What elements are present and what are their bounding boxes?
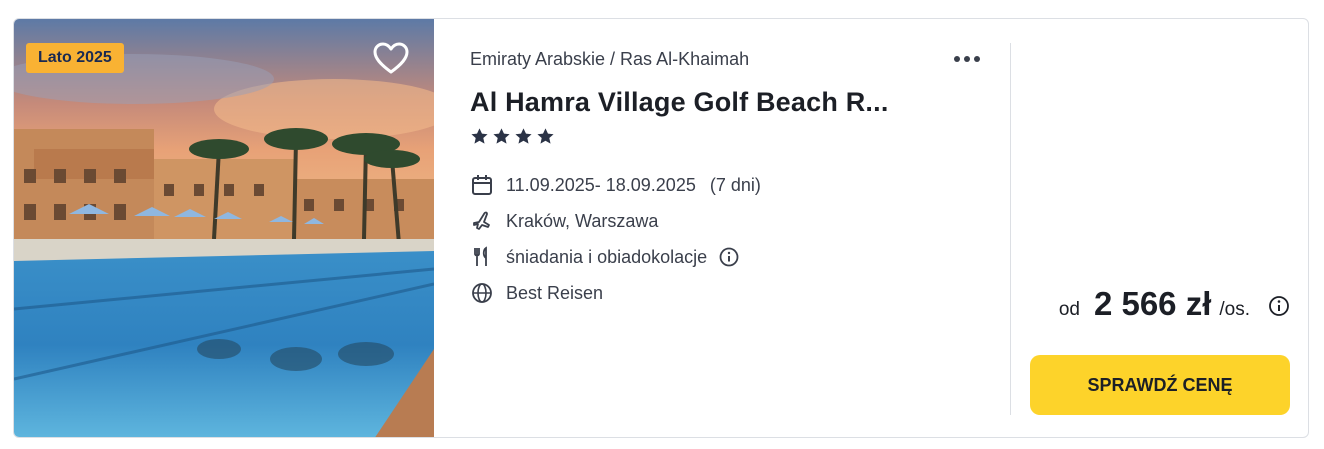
hotel-name[interactable]: Al Hamra Village Golf Beach R... [470,87,889,118]
price-prefix: od [1058,299,1080,320]
board-row: śniadania i obiadokolacje [470,245,739,269]
board-type: śniadania i obiadokolacje [506,246,708,267]
star-icon [537,128,554,144]
board-info-icon[interactable] [719,247,739,267]
price-per-person: /os. [1219,299,1250,320]
departure-row: Kraków, Warszawa [470,209,658,233]
tour-operator: Best Reisen [506,282,604,303]
star-icon [493,128,510,144]
star-icon [471,128,488,144]
dates-row: 11.09.2025- 18.09.2025 (7 dni) [470,173,761,197]
more-options-icon[interactable] [952,49,992,69]
hotel-rating [470,127,555,146]
star-icon [515,128,532,144]
destination-location: Emiraty Arabskie / Ras Al-Khaimah [470,49,750,69]
calendar-icon [470,173,494,197]
globe-icon [470,281,494,305]
hotel-photo[interactable]: Lato 2025 [14,19,434,437]
offer-details: Emiraty Arabskie / Ras Al-Khaimah Al Ham… [470,19,1010,437]
hotel-photo-image [14,19,434,437]
operator-row: Best Reisen [470,281,603,305]
column-divider [1010,43,1011,415]
plane-icon [470,209,494,233]
trip-duration: (7 dni) [709,174,761,195]
travel-dates: 11.09.2025- 18.09.2025 [506,174,696,195]
offer-card[interactable]: Lato 2025 Emiraty Arabskie / Ras Al-Khai… [13,18,1309,438]
price-amount: 2 566 zł [1093,285,1212,322]
price-block: od 2 566 zł /os. [1059,285,1290,323]
cutlery-icon [470,245,494,269]
price-info-icon[interactable] [1268,295,1290,317]
season-badge: Lato 2025 [26,43,124,73]
departure-cities: Kraków, Warszawa [506,210,659,231]
check-price-button[interactable]: SPRAWDŹ CENĘ [1030,355,1290,415]
favorite-heart-icon[interactable] [372,41,410,75]
